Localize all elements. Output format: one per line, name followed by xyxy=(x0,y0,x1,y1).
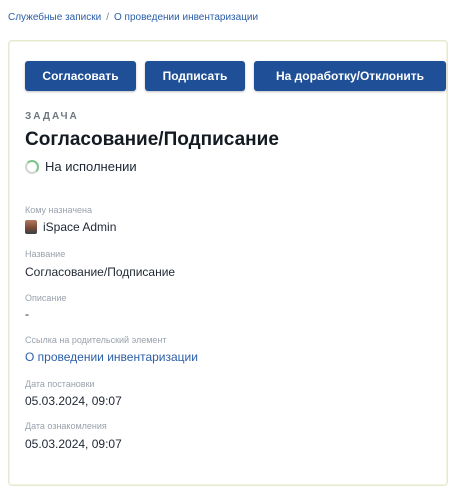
breadcrumb-separator: / xyxy=(106,12,109,23)
task-kicker: ЗАДАЧА xyxy=(25,111,79,122)
assignee-name: iSpace Admin xyxy=(43,220,117,234)
breadcrumb: Служебные записки / О проведении инвентари… xyxy=(8,12,258,23)
viewed-date-value: 05.03.2024, 09:07 xyxy=(25,437,122,451)
approve-button[interactable]: Согласовать xyxy=(25,61,136,91)
breadcrumb-parent-link[interactable]: Служебные записки xyxy=(8,12,101,23)
sign-button[interactable]: Подписать xyxy=(145,61,245,91)
posted-date-label: Дата постановки xyxy=(25,379,95,389)
parent-link-label: Ссылка на родительский элемент xyxy=(25,335,167,345)
description-label: Описание xyxy=(25,293,67,303)
task-status: На исполнении xyxy=(25,159,137,174)
reject-button[interactable]: На доработку/Отклонить xyxy=(254,61,446,91)
posted-date-value: 05.03.2024, 09:07 xyxy=(25,394,122,408)
task-status-text: На исполнении xyxy=(45,159,137,174)
name-value: Согласование/Подписание xyxy=(25,265,176,279)
assignee-label: Кому назначена xyxy=(25,205,92,215)
action-toolbar: Согласовать Подписать На доработку/Откло… xyxy=(25,61,446,91)
progress-ring-icon xyxy=(25,159,39,174)
task-title: Согласование/Подписание xyxy=(25,129,279,150)
viewed-date-label: Дата ознакомления xyxy=(25,421,107,431)
task-card: Согласовать Подписать На доработку/Откло… xyxy=(8,40,448,486)
breadcrumb-current-link[interactable]: О проведении инвентаризации xyxy=(114,12,258,23)
name-label: Название xyxy=(25,249,66,259)
assignee-value[interactable]: iSpace Admin xyxy=(25,220,116,234)
avatar-icon xyxy=(25,220,37,234)
description-value: - xyxy=(25,307,29,321)
parent-element-link[interactable]: О проведении инвентаризации xyxy=(25,350,198,364)
